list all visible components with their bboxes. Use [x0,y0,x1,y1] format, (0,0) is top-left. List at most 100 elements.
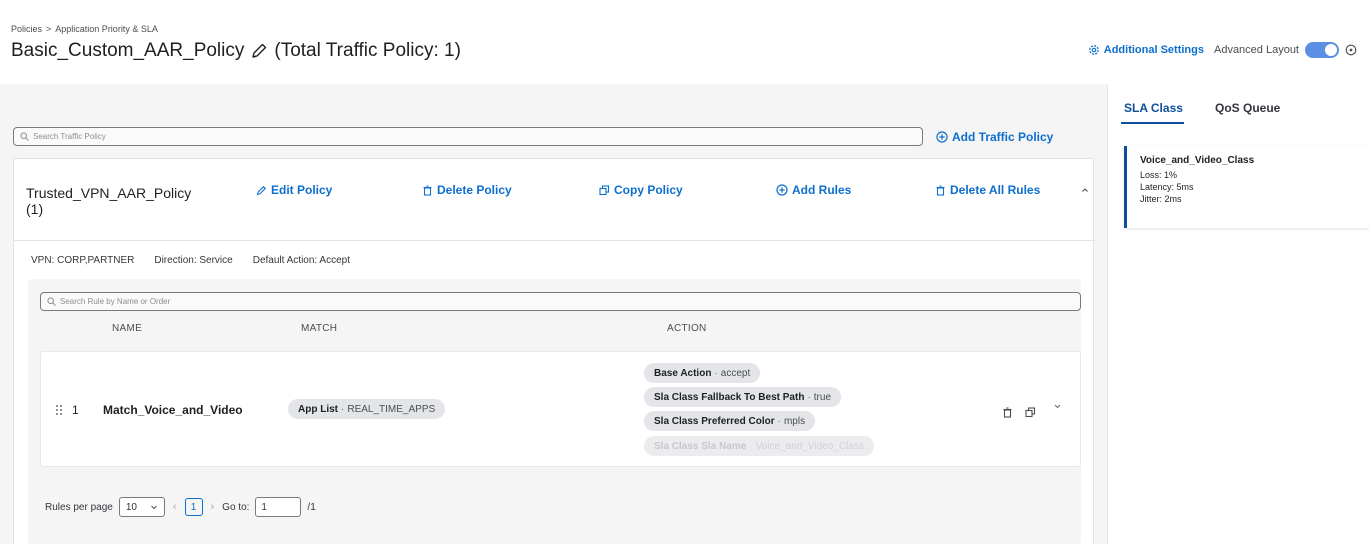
search-traffic-policy-input[interactable]: Search Traffic Policy [13,127,923,146]
tab-qos-queue[interactable]: QoS Queue [1215,101,1280,115]
chip-separator: · [714,367,718,379]
trash-icon [936,184,945,196]
plus-circle-icon [936,131,948,143]
page-title: Basic_Custom_AAR_Policy (Total Traffic P… [11,40,461,62]
header-actions: Additional Settings Advanced Layout [1088,42,1357,58]
column-header-action: ACTION [667,323,707,334]
search-icon [47,297,56,306]
action-value: true [813,391,832,403]
sla-jitter: Jitter: 2ms [1140,194,1182,204]
add-rules-button[interactable]: Add Rules [776,183,851,197]
gear-icon [1088,45,1099,55]
delete-all-rules-button[interactable]: Delete All Rules [935,183,1040,197]
additional-settings-link[interactable]: Additional Settings [1088,44,1204,56]
sla-loss: Loss: 1% [1140,170,1178,180]
prev-page-icon[interactable]: ‹ [173,501,177,513]
breadcrumb-separator: > [46,24,52,34]
rules-per-page-value: 10 [125,501,137,513]
breadcrumb-root[interactable]: Policies [11,24,42,34]
trash-icon[interactable] [1002,407,1013,418]
goto-page-value: 1 [261,501,267,513]
rule-name: Match_Voice_and_Video [103,403,243,417]
add-traffic-policy-label: Add Traffic Policy [952,130,1054,144]
edit-pencil-icon[interactable] [250,42,268,60]
action-key: Base Action [654,367,712,379]
current-page[interactable]: 1 [184,498,203,516]
plus-circle-icon [776,184,788,196]
sla-class-card[interactable]: Voice_and_Video_Class Loss: 1% Latency: … [1124,146,1369,228]
action-value: mpls [783,415,806,427]
policy-name-text: Trusted_VPN_AAR_Policy [26,185,192,201]
drag-handle-icon[interactable] [55,404,63,416]
table-row[interactable]: 1 Match_Voice_and_Video App List · REAL_… [40,351,1081,467]
pagination: Rules per page 10 ‹ 1 › Go to: 1 /1 [45,497,316,517]
edit-policy-button[interactable]: Edit Policy [256,183,332,197]
chevron-up-icon[interactable] [1080,185,1090,195]
policy-direction: Direction: Service [154,255,233,266]
policy-card-header: Trusted_VPN_AAR_Policy (1) Edit Policy D… [14,159,1095,241]
goto-page-input[interactable]: 1 [255,497,302,517]
action-value: Voice_and_Video_Class [755,440,864,452]
chevron-down-icon [150,505,157,510]
breadcrumb-current: Application Priority & SLA [55,24,158,34]
chip-separator: · [341,403,345,415]
tab-sla-class[interactable]: SLA Class [1124,101,1183,115]
match-chip-app-list: App List · REAL_TIME_APPS [288,399,446,419]
chip-separator: · [807,391,811,403]
action-key: Sla Class Preferred Color [654,415,775,427]
match-key: App List [298,403,338,415]
chevron-down-icon[interactable] [1052,401,1063,412]
total-pages: /1 [307,501,316,513]
action-chip-base-action: Base Action · accept [644,363,761,383]
add-rules-label: Add Rules [792,183,852,197]
policy-title: Basic_Custom_AAR_Policy [11,40,245,61]
goto-label: Go to: [222,501,250,513]
advanced-layout-label: Advanced Layout [1213,44,1299,56]
rules-per-page-select[interactable]: 10 [118,497,165,517]
chip-separator: · [777,415,781,427]
action-key: Sla Class Fallback To Best Path [654,391,805,403]
delete-policy-label: Delete Policy [437,183,512,197]
action-chip-fallback: Sla Class Fallback To Best Path · true [644,387,842,407]
copy-policy-label: Copy Policy [614,183,683,197]
policy-meta: VPN: CORP,PARTNER Direction: Service Def… [31,255,350,266]
advanced-layout-toggle[interactable] [1305,42,1339,58]
pencil-icon [256,185,267,195]
rules-per-page-label: Rules per page [45,501,113,513]
traffic-policy-card: Trusted_VPN_AAR_Policy (1) Edit Policy D… [13,158,1095,544]
edit-policy-label: Edit Policy [271,183,333,197]
match-value: REAL_TIME_APPS [347,403,436,415]
action-key: Sla Class Sla Name [654,440,747,452]
search-traffic-policy-placeholder: Search Traffic Policy [33,132,106,141]
trash-icon [423,184,432,196]
next-page-icon[interactable]: › [211,501,215,513]
search-rule-input[interactable]: Search Rule by Name or Order [40,292,1081,311]
rules-section: Search Rule by Name or Order NAME MATCH … [28,279,1081,544]
sla-class-name: Voice_and_Video_Class [1140,155,1255,166]
add-traffic-policy-button[interactable]: Add Traffic Policy [936,130,1053,144]
sla-side-panel: SLA Class QoS Queue Voice_and_Video_Clas… [1107,84,1369,544]
info-icon[interactable] [1345,44,1357,56]
page-header: Policies > Application Priority & SLA Ba… [0,0,1369,84]
policy-vpn: VPN: CORP,PARTNER [31,255,135,266]
delete-all-rules-label: Delete All Rules [950,183,1041,197]
total-traffic-policy-count: (Total Traffic Policy: 1) [274,40,461,61]
chip-separator: · [749,440,753,452]
rule-order: 1 [72,403,79,417]
search-icon [20,132,29,141]
action-chip-sla-name: Sla Class Sla Name · Voice_and_Video_Cla… [644,436,874,456]
search-rule-placeholder: Search Rule by Name or Order [60,297,171,306]
sla-latency: Latency: 5ms [1140,182,1194,192]
copy-policy-button[interactable]: Copy Policy [599,183,683,197]
copy-icon[interactable] [1025,407,1036,418]
policy-name: Trusted_VPN_AAR_Policy (1) [26,185,226,217]
column-header-name: NAME [112,323,143,334]
breadcrumb: Policies > Application Priority & SLA [11,24,158,34]
action-value: accept [720,367,751,379]
active-tab-indicator [1121,122,1184,124]
action-chip-preferred-color: Sla Class Preferred Color · mpls [644,411,816,431]
column-header-match: MATCH [301,323,338,334]
delete-policy-button[interactable]: Delete Policy [422,183,512,197]
additional-settings-label: Additional Settings [1103,44,1204,56]
copy-icon [599,184,610,195]
